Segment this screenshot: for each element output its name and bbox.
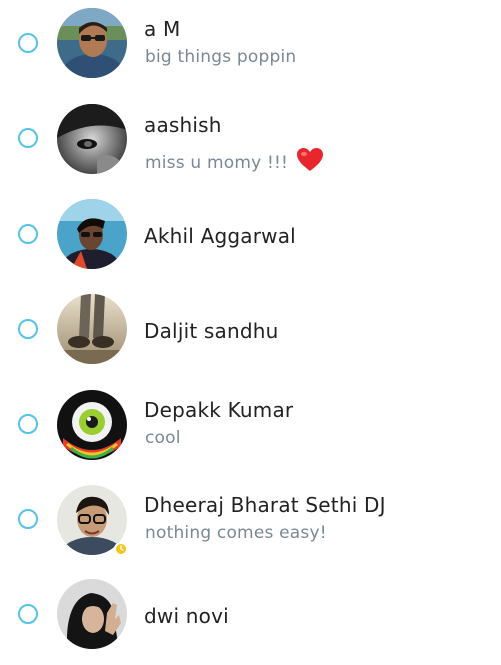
select-radio[interactable]	[18, 414, 38, 434]
contact-row[interactable]: Dheeraj Bharat Sethi DJ nothing comes ea…	[0, 475, 501, 570]
select-radio[interactable]	[18, 604, 38, 624]
avatar	[57, 579, 127, 649]
select-radio[interactable]	[18, 33, 38, 53]
contact-name: aashish	[144, 113, 222, 137]
contact-name: Akhil Aggarwal	[144, 224, 296, 248]
avatar	[57, 390, 127, 460]
contact-status: cool	[145, 428, 181, 448]
contact-name: dwi novi	[144, 604, 229, 628]
contact-name: Dheeraj Bharat Sethi DJ	[144, 493, 386, 517]
select-radio[interactable]	[18, 509, 38, 529]
avatar	[57, 104, 127, 174]
away-status-icon	[114, 542, 128, 556]
select-radio[interactable]	[18, 319, 38, 339]
contact-row[interactable]: Akhil Aggarwal	[0, 190, 501, 285]
contact-row[interactable]: dwi novi	[0, 570, 501, 665]
contact-status: miss u momy !!!	[145, 147, 324, 177]
contact-name: Depakk Kumar	[144, 398, 294, 422]
status-text: miss u momy !!!	[145, 153, 289, 173]
contact-row[interactable]: aashish miss u momy !!!	[0, 95, 501, 190]
select-radio[interactable]	[18, 224, 38, 244]
avatar	[57, 8, 127, 78]
contact-status: big things poppin	[145, 47, 297, 67]
contact-list: a M big things poppin aashish miss u mom…	[0, 0, 501, 659]
contact-row[interactable]: Daljit sandhu	[0, 285, 501, 380]
contact-name: a M	[144, 17, 181, 41]
avatar	[57, 294, 127, 364]
contact-name: Daljit sandhu	[144, 319, 279, 343]
contact-row[interactable]: Depakk Kumar cool	[0, 380, 501, 475]
contact-status: nothing comes easy!	[145, 523, 327, 543]
select-radio[interactable]	[18, 128, 38, 148]
contact-row[interactable]: a M big things poppin	[0, 0, 501, 95]
heart-emoji-icon	[296, 147, 324, 177]
avatar	[57, 199, 127, 269]
